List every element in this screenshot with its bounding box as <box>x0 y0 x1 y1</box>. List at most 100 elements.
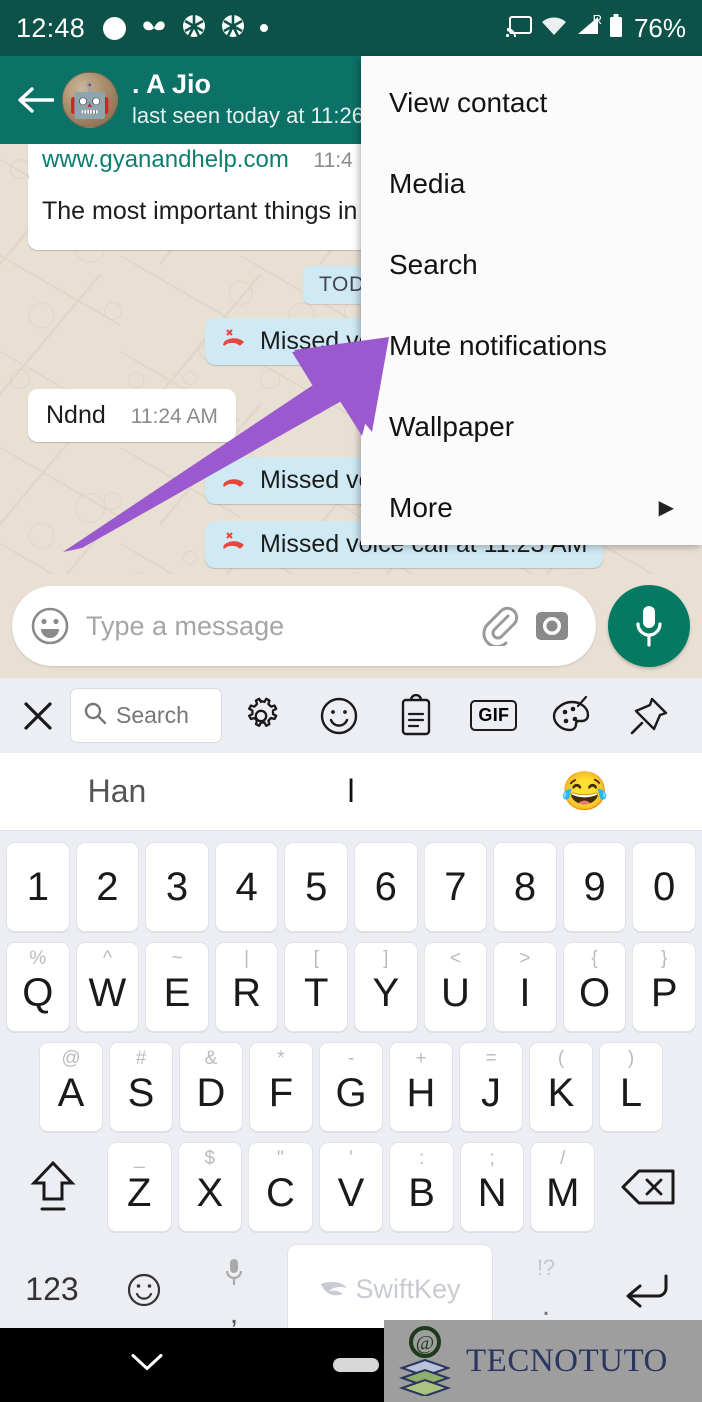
home-pill-indicator[interactable] <box>333 1358 379 1372</box>
camera-icon[interactable] <box>526 608 578 644</box>
phone-screen: 12:48 R 76% 🤖 . A Jio last seen today at… <box>0 0 702 1402</box>
key-l[interactable]: ) L <box>599 1042 663 1132</box>
key-y[interactable]: ] Y <box>354 942 418 1032</box>
key-d[interactable]: & D <box>179 1042 243 1132</box>
key-8[interactable]: 8 <box>493 842 557 932</box>
back-button[interactable] <box>12 85 58 115</box>
key-e[interactable]: ~ E <box>145 942 209 1032</box>
dot-icon <box>260 24 269 32</box>
paperclip-icon[interactable] <box>474 606 526 646</box>
avatar-glyph: 🤖 <box>68 82 112 121</box>
list-item[interactable]: Ndnd 11:24 AM <box>28 389 236 442</box>
search-input[interactable]: Search <box>70 688 222 743</box>
key-g[interactable]: -G <box>319 1042 383 1132</box>
menu-item-media[interactable]: Media <box>361 143 702 224</box>
key-i[interactable]: > I <box>493 942 557 1032</box>
key-r[interactable]: | R <box>214 942 279 1032</box>
camera-aperture-icon <box>221 14 245 43</box>
key-0[interactable]: 0 <box>632 842 696 932</box>
voice-record-button[interactable] <box>608 585 690 667</box>
theme-palette-icon[interactable] <box>533 694 611 738</box>
key-k[interactable]: (K <box>529 1042 593 1132</box>
menu-item-view-contact[interactable]: View contact <box>361 62 702 143</box>
key-w[interactable]: ^ W <box>75 942 140 1032</box>
keyboard-row-asdf: @ A # S & D * F -G + H = J (K ) L <box>3 1037 699 1137</box>
key-q[interactable]: % Q <box>6 942 70 1032</box>
watermark: @ TECNOTUTO <box>384 1320 702 1402</box>
contact-name: . A Jio <box>132 69 212 100</box>
books-at-logo: @ <box>394 1326 456 1398</box>
status-time: 12:48 <box>16 12 86 43</box>
menu-item-label: View contact <box>389 86 548 118</box>
period-label: . <box>541 1288 551 1322</box>
suggestion-item[interactable]: l <box>234 773 468 810</box>
emoji-smiley-icon[interactable] <box>28 604 72 648</box>
message-bubble: Ndnd 11:24 AM <box>28 389 236 442</box>
menu-item-label: Media <box>389 167 466 199</box>
clipboard-icon[interactable] <box>377 693 455 738</box>
avatar[interactable]: 🤖 <box>62 72 118 128</box>
key-f[interactable]: * F <box>249 1042 313 1132</box>
missed-voice-call-icon <box>221 329 247 354</box>
key-u[interactable]: < U <box>423 942 488 1032</box>
message-text: Ndnd <box>46 401 106 429</box>
sticker-smiley-icon[interactable] <box>300 695 378 737</box>
missed-voice-call-icon <box>221 469 247 493</box>
key-6[interactable]: 6 <box>354 842 418 932</box>
key-1[interactable]: 1 <box>6 842 70 932</box>
battery-percent: 76% <box>633 12 686 43</box>
swiftkey-label: SwiftKey <box>355 1274 461 1304</box>
moustache-icon <box>141 19 167 38</box>
key-c[interactable]: " C <box>248 1142 313 1232</box>
message-input-field[interactable]: Type a message <box>12 586 596 666</box>
microphone-key-icon <box>224 1253 244 1298</box>
key-h[interactable]: + H <box>389 1042 453 1132</box>
chevron-right-icon: ▶ <box>658 497 674 519</box>
pin-icon[interactable] <box>610 695 688 737</box>
gif-icon[interactable]: GIF <box>455 700 533 731</box>
overflow-menu[interactable]: View contact Media Search Mute notificat… <box>361 56 702 545</box>
key-o[interactable]: {O <box>562 942 627 1032</box>
menu-item-mute-notifications[interactable]: Mute notifications <box>361 305 702 386</box>
roaming-label: R <box>592 11 602 27</box>
key-b[interactable]: :B <box>389 1142 454 1232</box>
missed-voice-call-icon <box>221 532 247 557</box>
key-x[interactable]: $ X <box>177 1142 243 1232</box>
emoji-key-icon[interactable] <box>104 1245 184 1335</box>
header-text[interactable]: . A Jio last seen today at 11:26 <box>132 69 364 131</box>
key-2[interactable]: 2 <box>75 842 140 932</box>
key-s[interactable]: # S <box>109 1042 173 1132</box>
key-z[interactable]: _ Z <box>106 1142 172 1232</box>
comma-key[interactable]: , <box>190 1245 278 1335</box>
key-p[interactable]: } P <box>632 942 696 1032</box>
suggestion-item[interactable]: Han <box>0 773 234 810</box>
gif-label: GIF <box>470 700 518 731</box>
menu-item-search[interactable]: Search <box>361 224 702 305</box>
key-3[interactable]: 3 <box>145 842 209 932</box>
menu-item-more[interactable]: More ▶ <box>361 467 702 548</box>
key-a[interactable]: @ A <box>39 1042 103 1132</box>
menu-item-wallpaper[interactable]: Wallpaper <box>361 386 702 467</box>
key-n[interactable]: ; N <box>459 1142 525 1232</box>
menu-item-label: More <box>389 491 453 523</box>
close-icon[interactable] <box>14 700 62 732</box>
suggestion-item[interactable]: 😂 <box>468 770 702 814</box>
key-j[interactable]: = J <box>459 1042 523 1132</box>
key-t[interactable]: [T <box>284 942 348 1032</box>
keyboard-row-zxcv: _ Z $ X " C ' V :B ; N / M <box>3 1137 699 1237</box>
key-5[interactable]: 5 <box>284 842 348 932</box>
key-4[interactable]: 4 <box>214 842 279 932</box>
battery-icon <box>609 13 623 43</box>
chevron-down-icon[interactable] <box>130 1353 164 1378</box>
key-m[interactable]: / M <box>530 1142 596 1232</box>
key-v[interactable]: ' V <box>318 1142 384 1232</box>
settings-gear-icon[interactable] <box>222 695 300 737</box>
key-9[interactable]: 9 <box>562 842 627 932</box>
numeric-mode-key[interactable]: 123 <box>6 1245 98 1335</box>
shift-key-icon[interactable] <box>6 1142 101 1232</box>
menu-item-label: Mute notifications <box>389 329 607 361</box>
status-bar: 12:48 R 76% <box>0 0 702 56</box>
key-7[interactable]: 7 <box>423 842 488 932</box>
backspace-key-icon[interactable] <box>601 1142 696 1232</box>
message-input-bar: Type a message <box>0 574 702 678</box>
